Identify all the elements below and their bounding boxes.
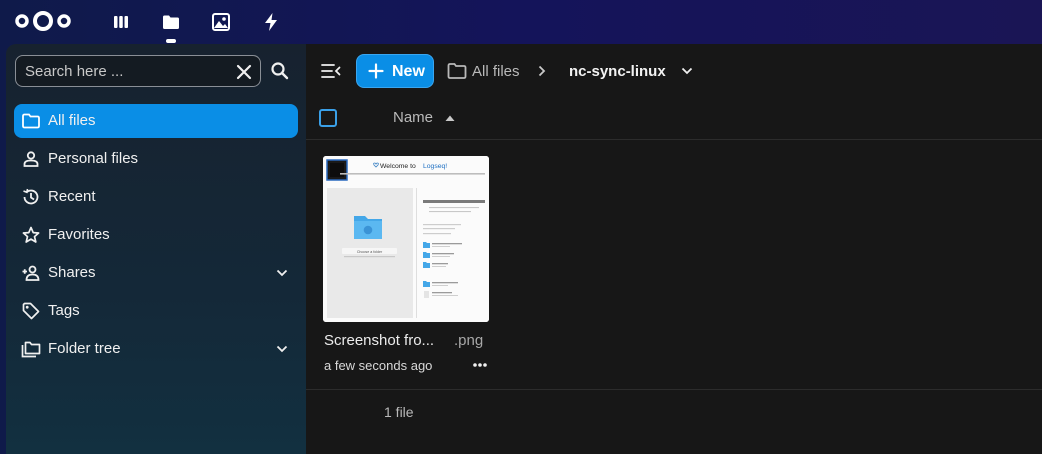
sidebar-item-label: Shares [48,264,96,281]
sidebar-item-label: Personal files [48,150,139,167]
sort-ascending-icon[interactable] [445,114,455,122]
share-icon [22,265,40,281]
active-app-indicator [166,39,176,43]
file-list-header: Name [306,96,1042,140]
search-input[interactable] [16,56,226,86]
file-extension: .png [454,332,484,349]
tag-icon [22,302,40,320]
sidebar-item-favorites[interactable]: Favorites [14,218,298,252]
new-button[interactable]: New [356,54,434,88]
file-tile[interactable]: Welcome to Logseq! Choose a folder Scree… [323,156,489,376]
svg-text:Welcome to: Welcome to [380,163,416,170]
breadcrumb-all-files[interactable]: All files [447,62,520,80]
breadcrumb-label: All files [472,63,520,80]
files-main-content: New All files nc-sync-linux Name Welcome… [306,44,1042,454]
sidebar-item-folder-tree[interactable]: Folder tree [14,332,298,366]
toggle-sidebar-icon[interactable] [320,60,342,82]
activity-app-button[interactable] [257,9,285,35]
sidebar-item-label: Favorites [48,226,110,243]
file-count-summary: 1 file [384,404,414,420]
sidebar-item-recent[interactable]: Recent [14,180,298,214]
dashboard-app-button[interactable] [107,9,135,35]
breadcrumb-current-folder[interactable]: nc-sync-linux [569,63,666,80]
sidebar-item-label: All files [48,112,96,129]
file-name: Screenshot fro... [324,332,435,349]
file-modified-time: a few seconds ago [324,358,433,373]
folder-tree-icon [21,341,41,358]
new-button-label: New [392,63,425,80]
folder-icon [447,63,467,79]
chevron-down-icon[interactable] [274,265,290,281]
close-icon[interactable] [234,62,254,82]
sidebar-item-all-files[interactable]: All files [14,104,298,138]
sidebar-item-label: Recent [48,188,96,205]
sidebar-item-label: Folder tree [48,340,121,357]
nextcloud-logo[interactable] [13,9,73,33]
person-icon [23,151,39,167]
folder-icon [22,113,40,129]
sidebar-item-label: Tags [48,302,80,319]
files-app-button[interactable] [157,9,185,43]
history-icon [23,188,39,205]
file-list-footer-divider [306,389,1042,390]
navigation-sidebar: All files Personal files Recent Favorite… [6,44,306,454]
search-field[interactable] [15,55,261,87]
chevron-down-icon[interactable] [274,341,290,357]
dashboard-icon [114,16,128,28]
app-header [0,0,1042,44]
svg-text:Logseq!: Logseq! [423,163,447,170]
sidebar-item-tags[interactable]: Tags [14,294,298,328]
sidebar-item-personal-files[interactable]: Personal files [14,142,298,176]
file-thumbnail[interactable]: Welcome to Logseq! Choose a folder [323,156,489,322]
star-icon [22,226,40,243]
search-icon[interactable] [268,59,292,83]
photos-icon [212,13,230,31]
chevron-right-icon [538,65,546,77]
files-icon [163,15,179,29]
more-actions-icon[interactable] [470,359,490,371]
chevron-down-icon[interactable] [680,64,694,78]
activity-icon [265,13,277,31]
plus-icon [368,63,384,79]
logseq-screenshot-thumbnail: Welcome to Logseq! Choose a folder [323,156,489,322]
sidebar-item-shares[interactable]: Shares [14,256,298,290]
column-name-header[interactable]: Name [393,109,433,126]
select-all-checkbox[interactable] [319,109,337,127]
photos-app-button[interactable] [207,9,235,35]
svg-text:Choose a folder: Choose a folder [357,250,383,254]
